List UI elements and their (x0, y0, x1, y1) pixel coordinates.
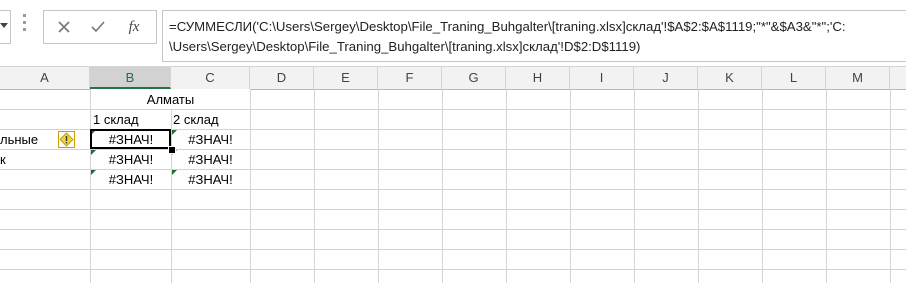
grid-line (0, 249, 906, 250)
formula-input[interactable]: =СУММЕСЛИ('C:\Users\Sergey\Desktop\File_… (162, 10, 906, 62)
error-indicator-icon (172, 130, 177, 135)
column-header-d[interactable]: D (250, 67, 314, 89)
cell-b2[interactable]: 1 склад (93, 111, 171, 129)
grid-line (0, 189, 906, 190)
cell-b4[interactable]: #ЗНАЧ! (91, 151, 171, 169)
worksheet-grid[interactable]: Алматы 1 склад 2 склад льные #ЗНАЧ! #ЗНА… (0, 89, 906, 283)
grid-line (634, 89, 635, 283)
grid-line (890, 89, 891, 283)
grid-line (0, 169, 906, 170)
cell-c3[interactable]: #ЗНАЧ! (171, 131, 250, 149)
grid-line (314, 89, 315, 283)
grid-line (762, 89, 763, 283)
formula-text-line-1: =СУММЕСЛИ('C:\Users\Sergey\Desktop\File_… (169, 19, 846, 34)
column-header-k[interactable]: K (698, 67, 762, 89)
cell-c4[interactable]: #ЗНАЧ! (171, 151, 250, 169)
grid-line (442, 89, 443, 283)
grid-line (0, 149, 906, 150)
column-header-m[interactable]: M (826, 67, 890, 89)
cell-c2[interactable]: 2 склад (173, 111, 250, 129)
column-header-i[interactable]: I (570, 67, 634, 89)
formula-bar-area: fx =СУММЕСЛИ('C:\Users\Sergey\Desktop\Fi… (0, 0, 906, 66)
grid-line (826, 89, 827, 283)
formula-buttons: fx (43, 10, 157, 44)
grid-line (0, 209, 906, 210)
cell-a3[interactable]: льные (0, 131, 56, 149)
error-indicator-icon (172, 170, 177, 175)
cell-b1[interactable]: Алматы (91, 91, 250, 109)
formula-text-line-2: \Users\Sergey\Desktop\File_Traning_Buhga… (169, 39, 641, 54)
warning-icon[interactable] (58, 131, 75, 148)
column-header-j[interactable]: J (634, 67, 698, 89)
fill-handle[interactable] (168, 146, 176, 154)
column-header-b[interactable]: B (90, 67, 171, 89)
check-icon[interactable] (86, 15, 110, 39)
error-indicator-icon (91, 150, 96, 155)
grid-line (698, 89, 699, 283)
column-header-g[interactable]: G (442, 67, 506, 89)
cell-c5[interactable]: #ЗНАЧ! (171, 171, 250, 189)
close-icon[interactable] (52, 15, 76, 39)
grid-line (570, 89, 571, 283)
grid-line (250, 89, 251, 283)
column-header-c[interactable]: C (171, 67, 250, 89)
grid-line (0, 109, 906, 110)
chevron-down-icon[interactable] (0, 23, 8, 28)
column-header-e[interactable]: E (314, 67, 378, 89)
grid-line (506, 89, 507, 283)
cell-b5[interactable]: #ЗНАЧ! (91, 171, 171, 189)
grid-line (0, 229, 906, 230)
cell-a4[interactable]: к (0, 151, 56, 169)
column-header-h[interactable]: H (506, 67, 570, 89)
grid-line (378, 89, 379, 283)
column-header-f[interactable]: F (378, 67, 442, 89)
grid-line (0, 269, 906, 270)
splitter-handle[interactable] (23, 14, 27, 36)
column-header-l[interactable]: L (762, 67, 826, 89)
name-box[interactable] (0, 10, 11, 44)
column-headers: A B C D E F G H I J K L M (0, 66, 906, 90)
error-indicator-icon (91, 170, 96, 175)
insert-function-button[interactable]: fx (122, 15, 146, 39)
column-header-a[interactable]: A (0, 67, 90, 89)
active-cell-selection[interactable] (90, 129, 171, 149)
